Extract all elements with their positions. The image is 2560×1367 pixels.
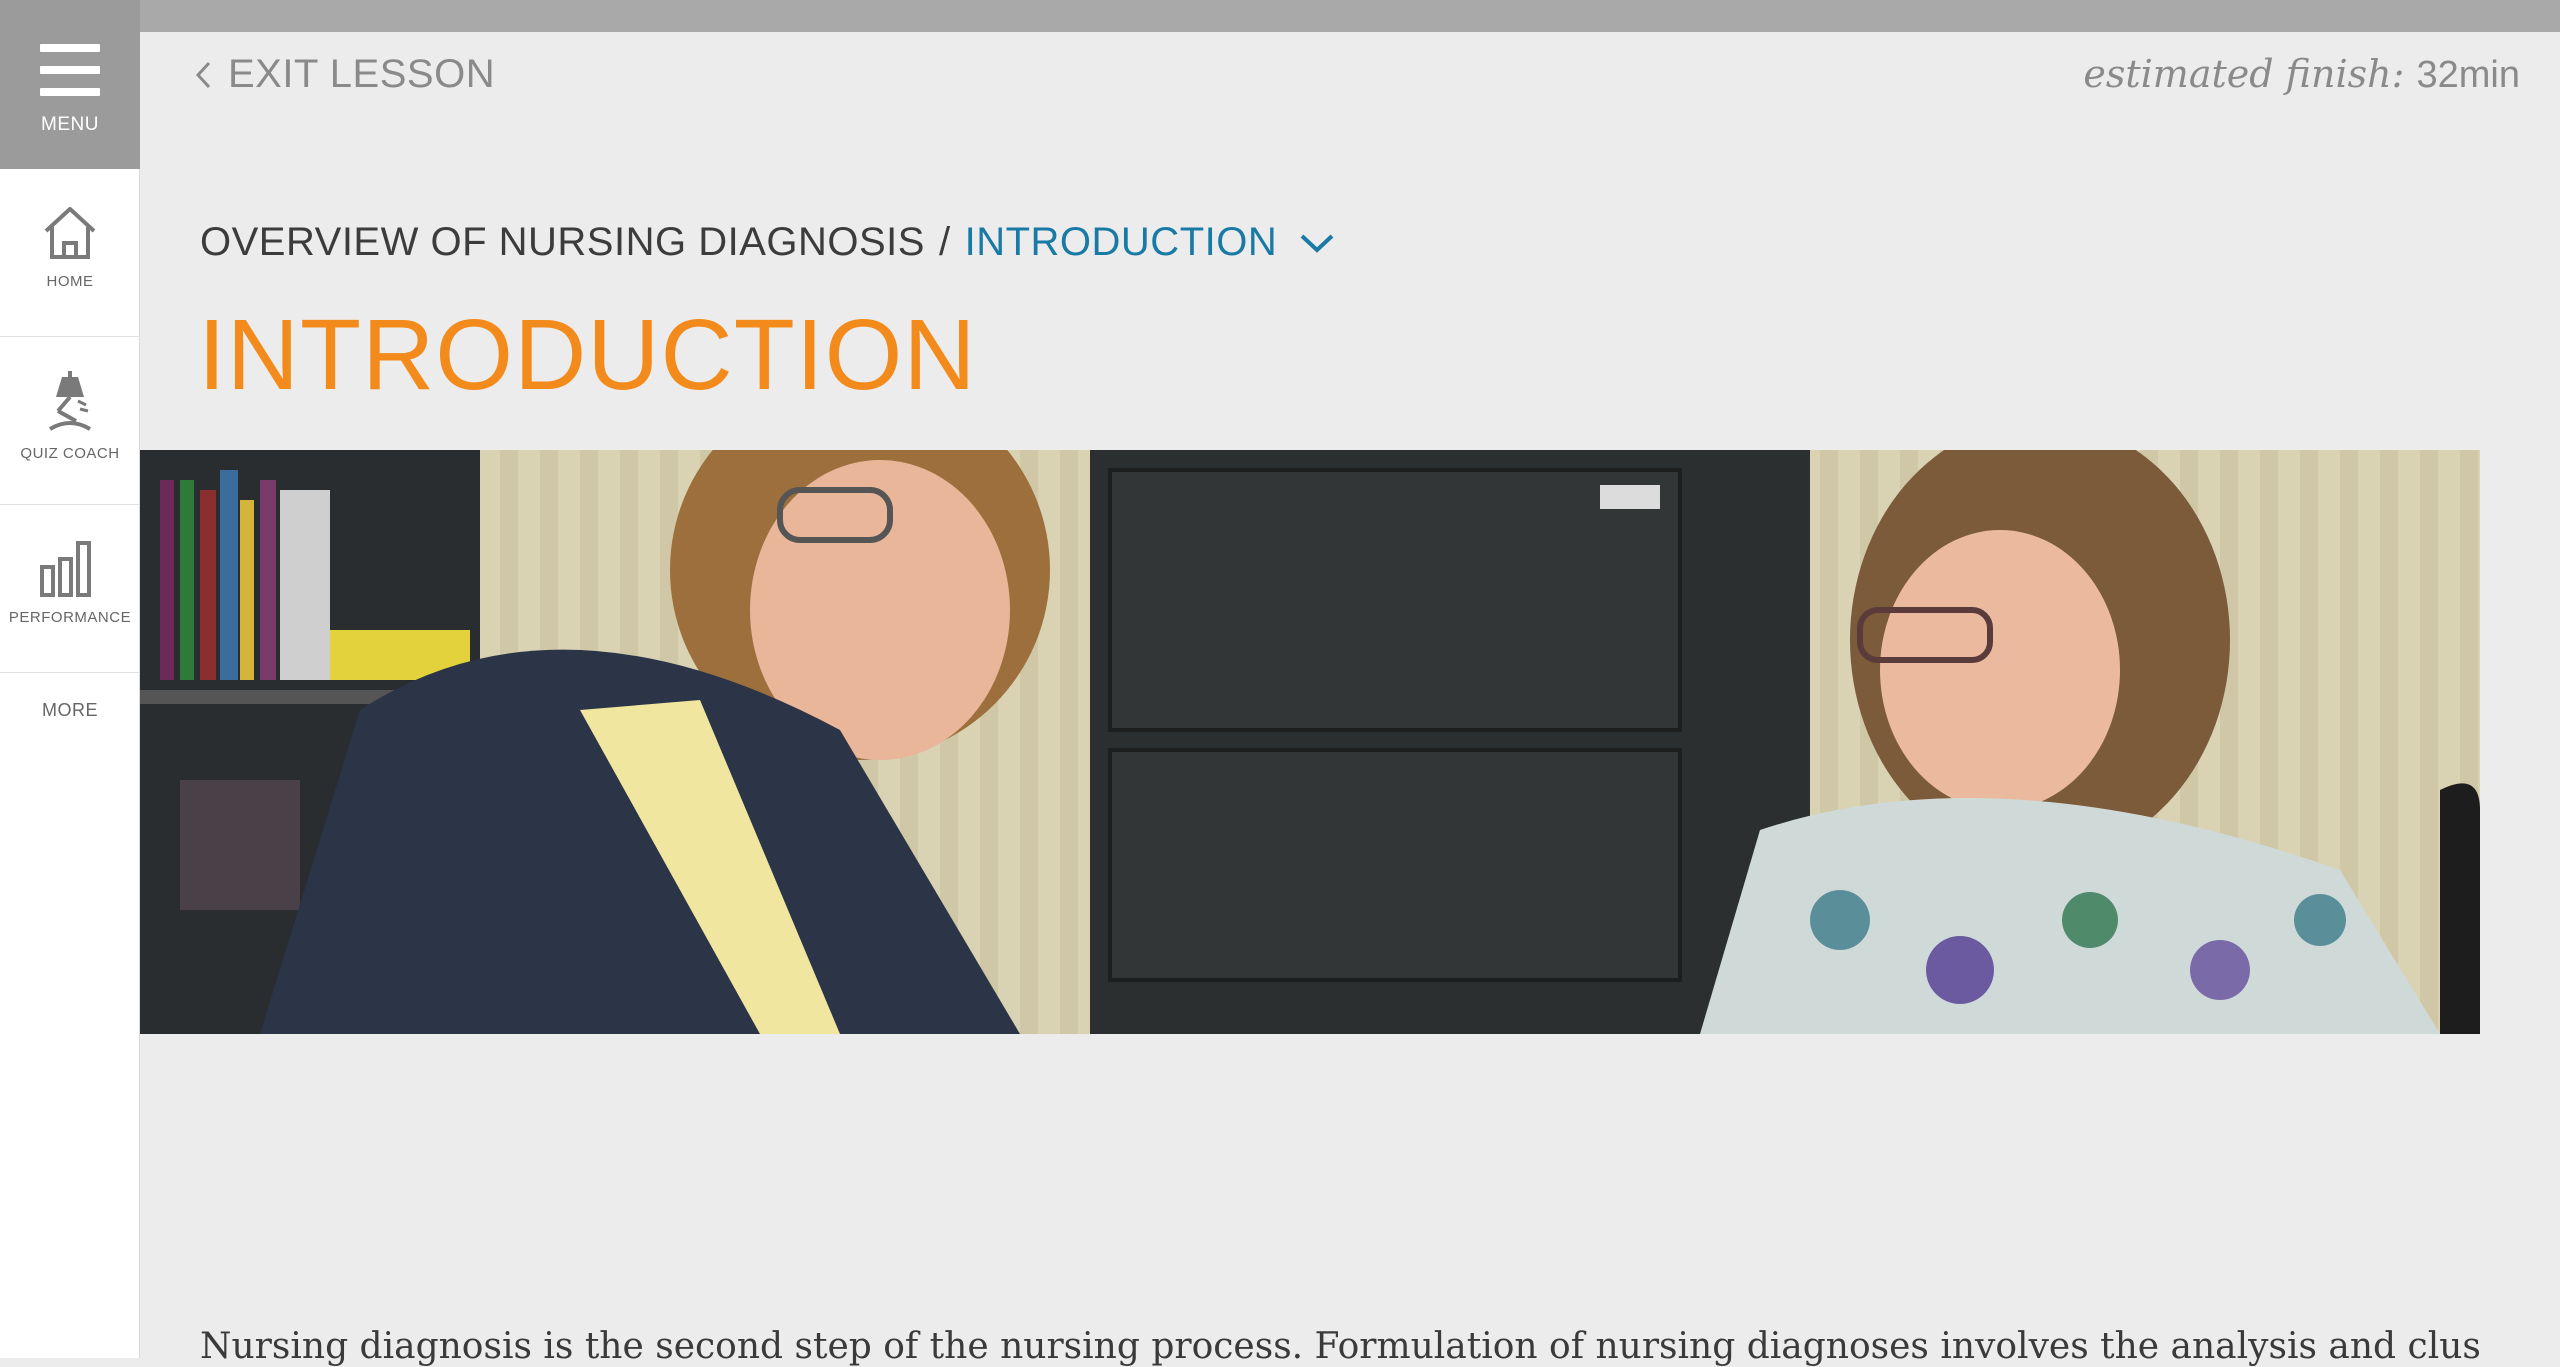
hero-image: [140, 450, 2480, 1034]
quiz-coach-icon: [48, 371, 92, 431]
menu-button[interactable]: MENU: [0, 0, 140, 169]
breadcrumb-current[interactable]: INTRODUCTION: [965, 220, 1278, 265]
estimated-finish-value: 32min: [2416, 54, 2521, 96]
nav-item-quiz-coach[interactable]: QUIZ COACH: [0, 337, 140, 505]
menu-label: MENU: [41, 114, 99, 135]
top-progress-strip: [140, 0, 2560, 32]
lesson-body-text: Nursing diagnosis is the second step of …: [200, 1326, 2480, 1367]
estimated-finish-label: estimated finish:: [2083, 52, 2405, 96]
chevron-left-icon: [195, 61, 211, 88]
estimated-finish: estimated finish: 32min: [2083, 52, 2520, 97]
chevron-down-icon[interactable]: [1299, 232, 1335, 254]
breadcrumb: OVERVIEW OF NURSING DIAGNOSIS / INTRODUC…: [200, 220, 1335, 265]
page-title: INTRODUCTION: [198, 299, 977, 411]
hamburger-icon: [40, 44, 100, 96]
nav-item-performance-label: PERFORMANCE: [8, 609, 132, 626]
nav-item-home[interactable]: HOME: [0, 169, 140, 337]
exit-lesson-link[interactable]: EXIT LESSON: [194, 52, 495, 97]
nav-item-quiz-coach-label: QUIZ COACH: [20, 445, 120, 462]
breadcrumb-parent[interactable]: OVERVIEW OF NURSING DIAGNOSIS: [200, 220, 925, 265]
breadcrumb-separator: /: [938, 220, 951, 264]
performance-icon: [40, 541, 91, 597]
nav-item-performance[interactable]: PERFORMANCE: [0, 505, 140, 673]
home-icon: [44, 207, 96, 259]
nav-item-more[interactable]: MORE: [0, 700, 140, 721]
exit-lesson-label: EXIT LESSON: [228, 52, 496, 96]
side-nav-rail: MENU HOME QUIZ COACH PERFORMANCE MORE: [0, 0, 140, 1358]
nav-item-home-label: HOME: [46, 273, 94, 290]
